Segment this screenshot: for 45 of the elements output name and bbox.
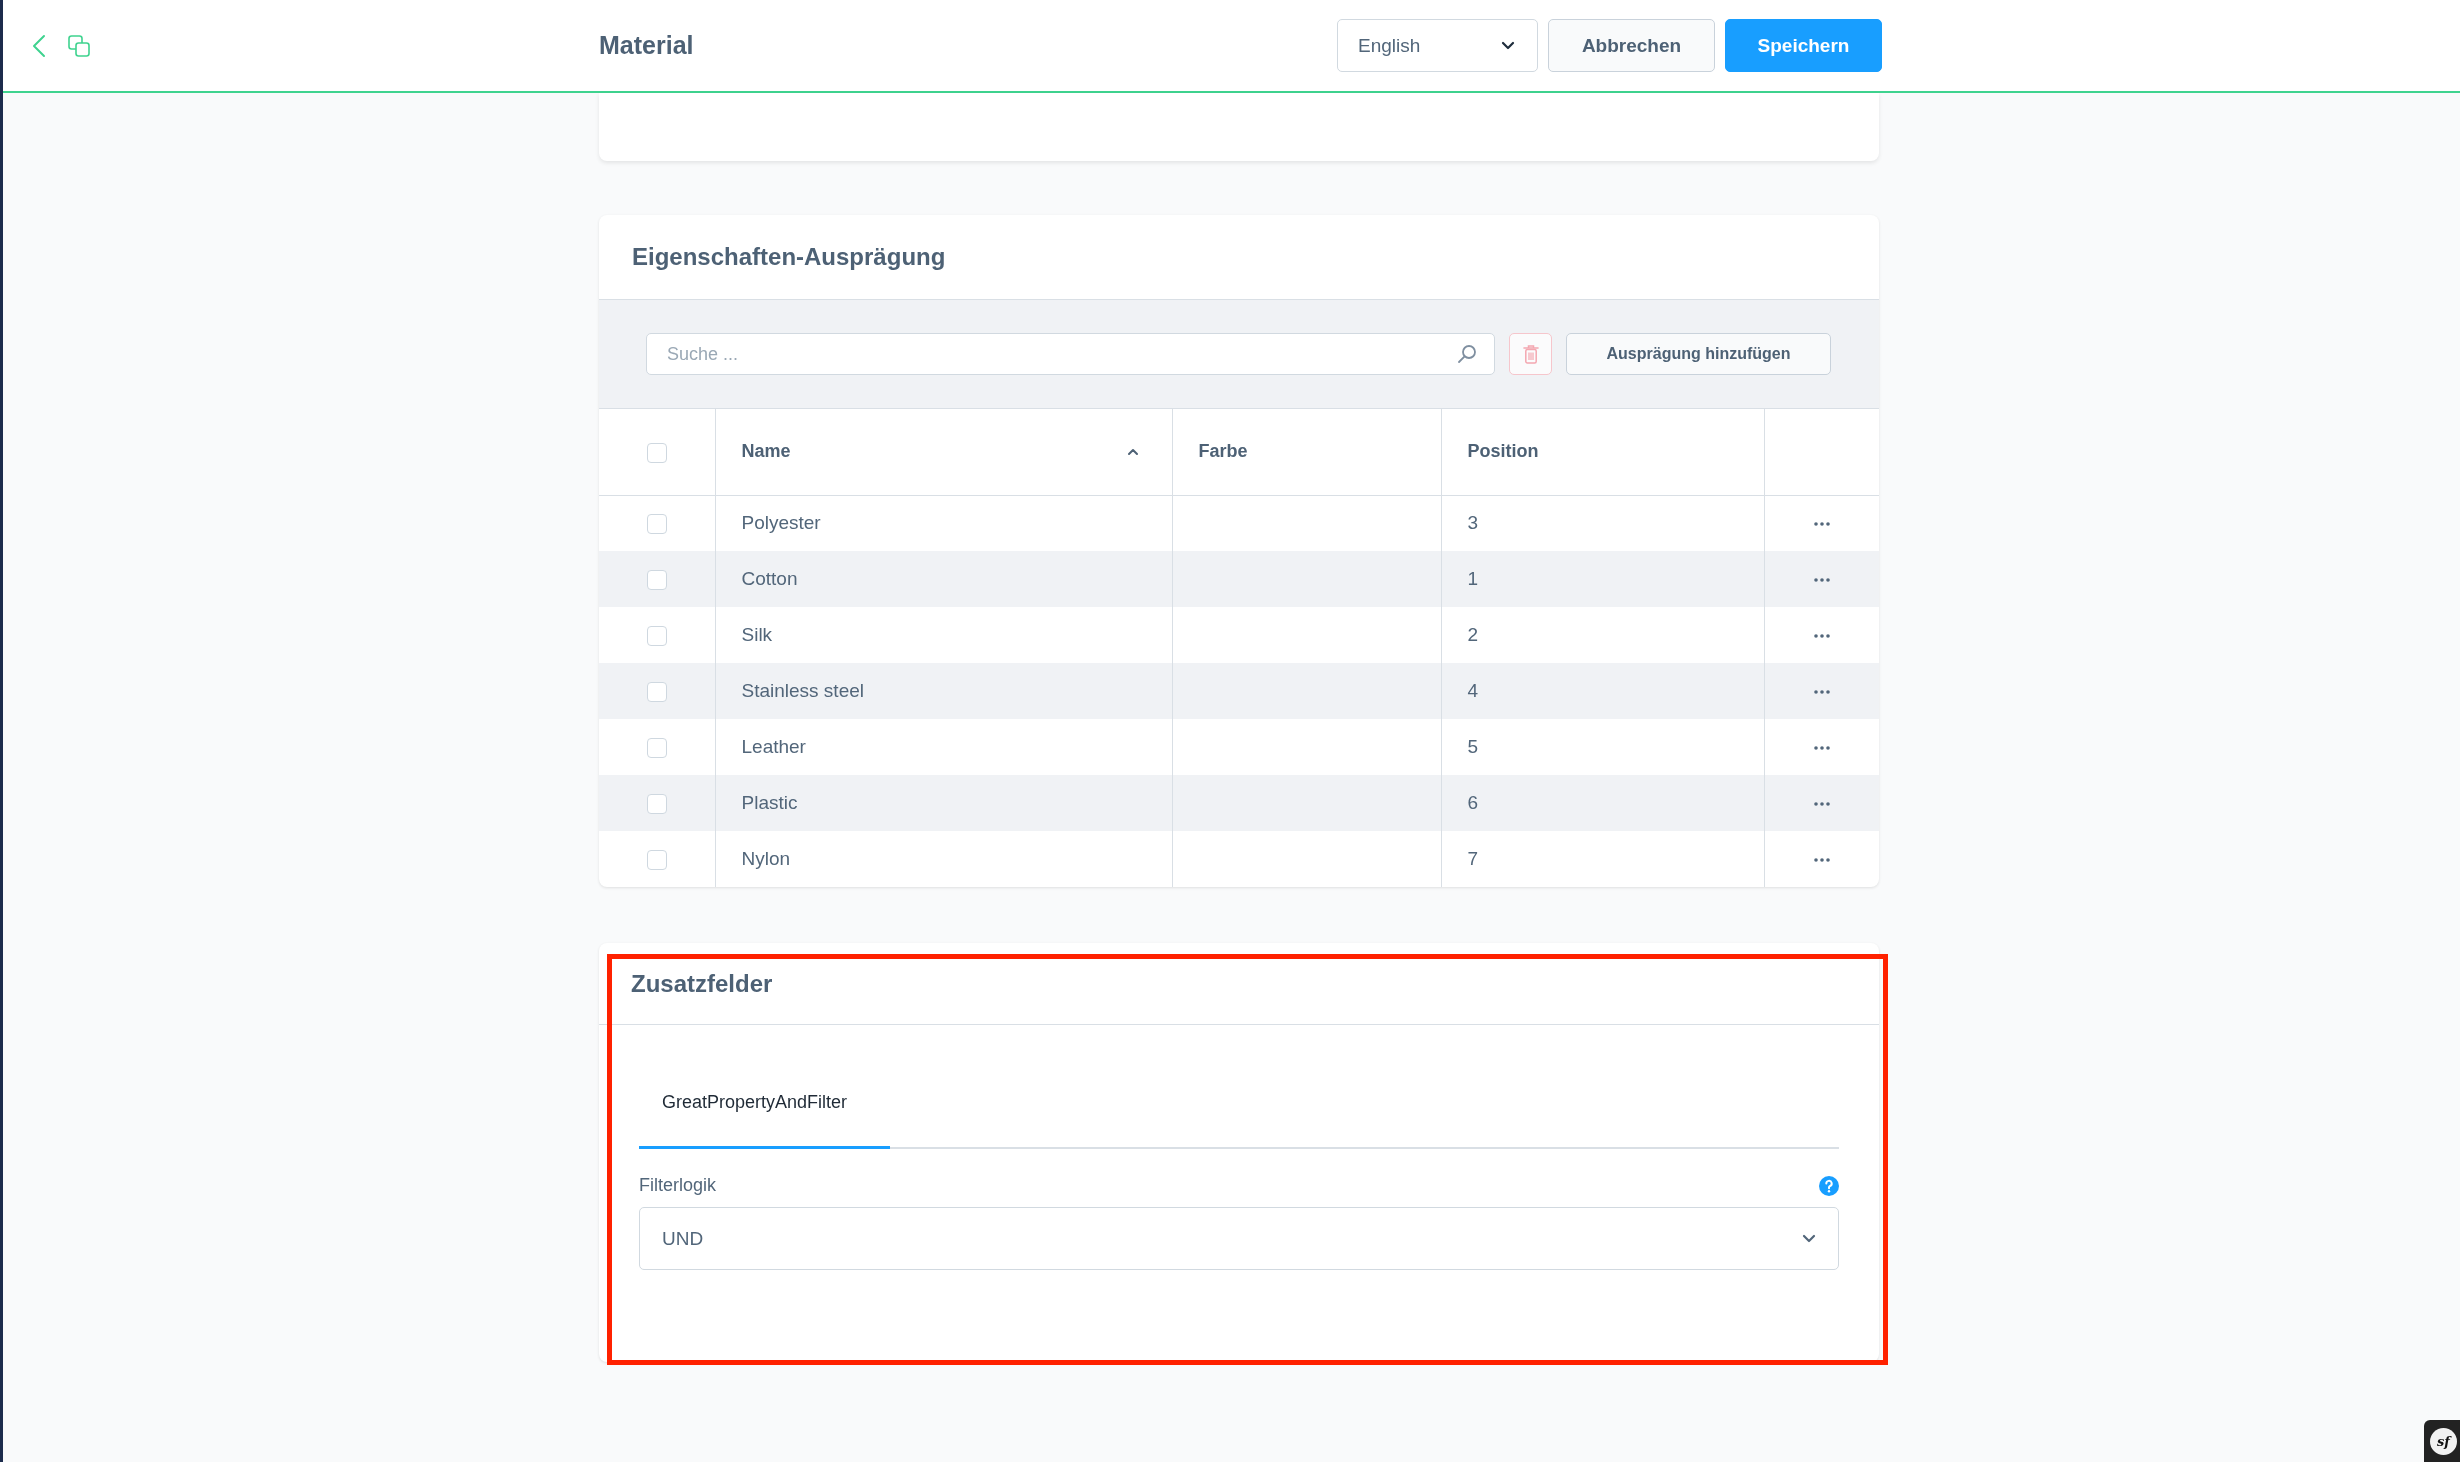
debug-toolbar-button[interactable]: sf: [2424, 1420, 2460, 1462]
more-icon[interactable]: [1813, 746, 1830, 750]
cancel-button[interactable]: Abbrechen: [1548, 19, 1715, 72]
page-title: Material: [599, 31, 694, 60]
checkbox[interactable]: [646, 682, 667, 702]
trash-icon: [1522, 344, 1539, 364]
field-label: Filterlogik: [639, 1175, 717, 1196]
checkbox[interactable]: [646, 626, 667, 646]
more-icon[interactable]: [1813, 522, 1830, 527]
chevron-down-icon: [1802, 1234, 1816, 1243]
column-header[interactable]: Farbe: [1198, 441, 1248, 463]
more-icon[interactable]: [1813, 634, 1830, 638]
add-variant-button[interactable]: Ausprägung hinzufügen: [1566, 333, 1831, 375]
table-cell: 6: [1441, 775, 1764, 831]
checkbox[interactable]: [646, 442, 667, 463]
section-title: Eigenschaften-Ausprägung: [632, 243, 946, 271]
table-cell: 4: [1441, 663, 1764, 719]
column-header[interactable]: Position: [1467, 441, 1539, 463]
more-icon[interactable]: [1813, 578, 1830, 582]
copy-icon[interactable]: [68, 34, 90, 57]
chevron-up-icon[interactable]: [1126, 446, 1139, 457]
table-cell: 7: [1441, 831, 1764, 887]
back-icon[interactable]: [32, 33, 46, 58]
more-icon[interactable]: [1813, 690, 1830, 694]
help-icon[interactable]: [1819, 1175, 1839, 1196]
checkbox[interactable]: [646, 514, 667, 535]
more-icon[interactable]: [1813, 802, 1830, 806]
table-cell: 1: [1441, 551, 1764, 607]
checkbox[interactable]: [646, 794, 667, 814]
tab[interactable]: GreatPropertyAndFilter: [639, 1059, 891, 1149]
table-cell: Nylon: [715, 831, 1172, 887]
language-select[interactable]: English: [1337, 19, 1538, 72]
table-cell: Cotton: [715, 551, 1172, 607]
checkbox[interactable]: [646, 738, 667, 758]
chevron-down-icon: [1501, 41, 1515, 50]
column-header[interactable]: Name: [741, 441, 791, 463]
search-field[interactable]: Suche ...: [646, 333, 1495, 375]
table-cell: Plastic: [715, 775, 1172, 831]
section-title: Zusatzfelder: [631, 969, 773, 998]
more-icon[interactable]: [1813, 858, 1830, 862]
search-icon: [1457, 344, 1477, 364]
table-cell: Stainless steel: [715, 663, 1172, 719]
checkbox[interactable]: [646, 850, 667, 870]
select-field[interactable]: UND: [639, 1207, 1839, 1270]
checkbox[interactable]: [646, 570, 667, 590]
